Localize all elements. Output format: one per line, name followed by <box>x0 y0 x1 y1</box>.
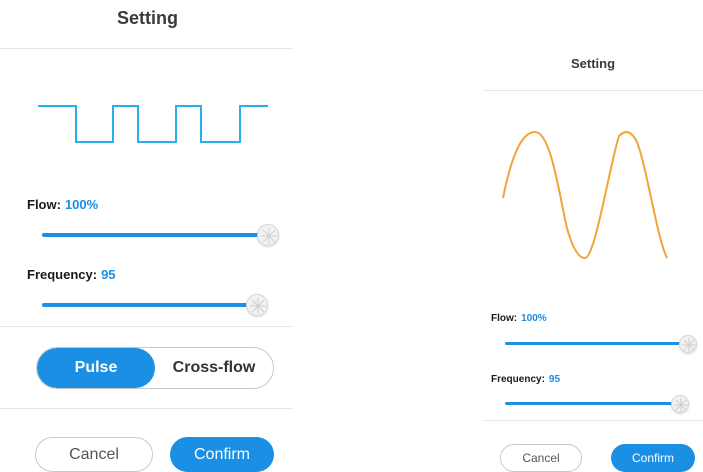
panel-title: Setting <box>117 8 178 28</box>
settings-panel-sine: Setting Flow: 100% Frequency: 95 Cancel Co… <box>483 0 703 472</box>
slider-thumb[interactable] <box>679 335 697 353</box>
settings-panel-pulse: Setting Flow: 100% Frequency: 95 Pulse Cro… <box>0 0 295 472</box>
confirm-button[interactable]: Confirm <box>170 437 274 472</box>
mode-pulse-option[interactable]: Pulse <box>37 348 155 388</box>
frequency-label: Frequency: 95 <box>27 267 116 282</box>
mode-cross-flow-option[interactable]: Cross-flow <box>155 348 273 388</box>
slider-thumb[interactable] <box>671 395 689 413</box>
divider <box>483 90 703 91</box>
slider-thumb[interactable] <box>257 224 279 246</box>
slider-thumb[interactable] <box>246 294 268 316</box>
frequency-value: 95 <box>101 267 116 282</box>
flow-value: 100% <box>521 313 547 324</box>
divider <box>0 48 293 49</box>
flow-label: Flow: 100% <box>27 197 99 212</box>
sine-wave-icon <box>502 130 668 260</box>
frequency-slider[interactable] <box>42 290 272 320</box>
slider-track <box>42 233 262 237</box>
divider <box>483 420 703 421</box>
mode-toggle[interactable]: Pulse Cross-flow <box>36 347 274 389</box>
frequency-label: Frequency: 95 <box>491 374 561 385</box>
divider <box>0 408 293 409</box>
flow-label: Flow: 100% <box>491 313 547 324</box>
flow-slider[interactable] <box>42 220 279 250</box>
cancel-button[interactable]: Cancel <box>500 444 582 472</box>
slider-track <box>42 303 252 307</box>
divider <box>0 326 293 327</box>
frequency-slider[interactable] <box>505 388 695 418</box>
slider-track <box>505 342 685 345</box>
slider-track <box>505 402 677 405</box>
flow-value: 100% <box>64 197 99 212</box>
confirm-button[interactable]: Confirm <box>611 444 695 472</box>
frequency-value: 95 <box>548 374 561 385</box>
square-wave-icon <box>38 105 268 143</box>
flow-slider[interactable] <box>505 328 699 358</box>
panel-title: Setting <box>570 56 616 71</box>
cancel-button[interactable]: Cancel <box>35 437 153 472</box>
